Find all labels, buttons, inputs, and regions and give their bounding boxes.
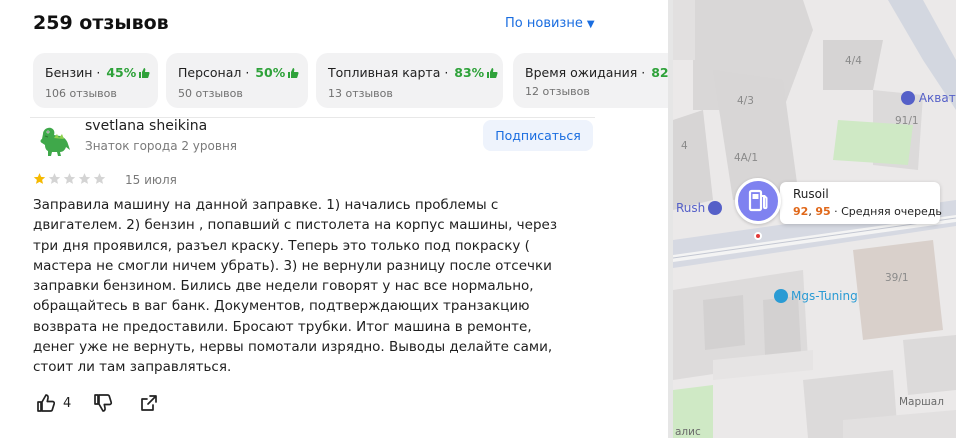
author-level: Знаток города 2 уровня [85,139,238,153]
poi-icon [708,201,723,215]
aspect-name: Персонал [178,65,242,80]
review-author[interactable]: svetlana sheikina [85,118,207,134]
gas-station-pin[interactable] [735,178,781,224]
poi-rush[interactable]: Rush [676,201,723,215]
aspect-chip-fuel-card[interactable]: Топливная карта · 83% 13 отзывов [316,53,503,108]
subscribe-button[interactable]: Подписаться [483,120,593,151]
review-text-line: денег уже не вернуть, нервы помотали изр… [33,339,553,356]
aspect-count: 106 отзывов [45,87,117,100]
place-name: Rusoil [793,187,829,201]
aspect-percent: 50% [255,65,286,80]
aspect-percent: 83% [454,65,485,80]
review-date: 15 июля [125,173,177,187]
aspect-chip-staff[interactable]: Персонал · 50% 50 отзывов [166,53,308,108]
map-label: алис [675,426,701,438]
sort-label: По новизне [505,16,583,31]
map-label: 4 [681,140,688,152]
avatar[interactable] [36,124,72,158]
star-empty-icon [93,173,106,184]
review-text-line: мастера не смогли ничем убрать). 3) не в… [33,257,552,274]
thumb-up-icon [138,67,150,82]
map-label: 4/3 [737,95,754,107]
reviews-count-title: 259 отзывов [33,12,169,34]
star-filled-icon [33,173,46,184]
place-info: 92, 95 · Средняя очередь [793,205,942,218]
thumb-down-icon [94,394,113,412]
poi-mgs-tuning[interactable]: Mgs-Tuning [774,289,858,303]
review-text-line: Заправила машину на данной заправке. 1) … [33,197,499,213]
poi-label: Mgs-Tuning [791,289,858,303]
poi-icon [901,91,915,105]
map-label: 4/4 [845,55,862,67]
poi-label: Rush [676,201,706,215]
queue-status: · Средняя очередь [834,205,942,218]
map-place-card[interactable]: Rusoil 92, 95 · Средняя очередь [780,182,942,224]
chevron-down-icon: ▼ [586,19,595,30]
sort-dropdown[interactable]: По новизне ▼ [505,16,595,31]
thumb-up-icon [37,394,56,412]
dinosaur-icon [40,127,70,156]
aspect-count: 13 отзывов [328,87,393,100]
aspect-name: Топливная карта [328,65,441,80]
fuel-sep: , [808,205,812,218]
review-text-line: обращайтесь в ваг банк. Документов, подт… [33,298,530,315]
map-label: 4А/1 [734,152,759,164]
share-button[interactable] [138,392,160,418]
like-count: 4 [63,396,72,411]
review-text-line: возврата не предоставили. Бросают трубки… [33,318,532,335]
review-text-line: двигателем. 2) бензин , попавший с писто… [33,217,558,234]
star-empty-icon [78,173,91,184]
review-text-line: три дня проявился, разъел краску. Теперь… [33,237,530,254]
aspect-name: Время ожидания [525,65,638,80]
aspect-count: 12 отзывов [525,85,590,98]
review-text: Заправила машину на данной заправке. 1) … [33,195,588,378]
map-label: 91/1 [895,115,919,127]
map-label: 39/1 [885,272,909,284]
fuel-95: 95 [815,205,831,218]
fuel-pump-icon [748,189,768,212]
map-label: Маршал [899,396,944,408]
aspect-name: Бензин [45,65,93,80]
reviews-panel: 259 отзывов По новизне ▼ Бензин · 45% 106… [0,0,668,438]
like-button[interactable] [35,392,57,418]
star-empty-icon [63,173,76,184]
location-dot [754,232,762,240]
aspect-count: 50 отзывов [178,87,243,100]
review-text-line: заправки бензином. Бились две недели гов… [33,278,534,295]
review-text-line: стоит ли там заправляться. [33,359,232,376]
aspect-percent: 45% [106,65,137,80]
car-icon [774,289,788,303]
poi-label: Акват [918,91,956,105]
dislike-button[interactable] [92,392,114,418]
star-empty-icon [48,173,61,184]
aspect-chip-petrol[interactable]: Бензин · 45% 106 отзывов [33,53,158,108]
thumb-up-icon [287,67,299,82]
thumb-up-icon [486,67,498,82]
fuel-92: 92 [793,205,809,218]
rating-stars [33,172,106,185]
poi-akvat[interactable]: Акват [898,91,956,105]
aspect-percent: 82% [651,65,668,80]
aspect-chip-wait-time[interactable]: Время ожидания · 82% 12 отзывов [513,53,668,108]
share-icon [141,395,157,411]
reviews-header: 259 отзывов По новизне ▼ [33,12,598,36]
